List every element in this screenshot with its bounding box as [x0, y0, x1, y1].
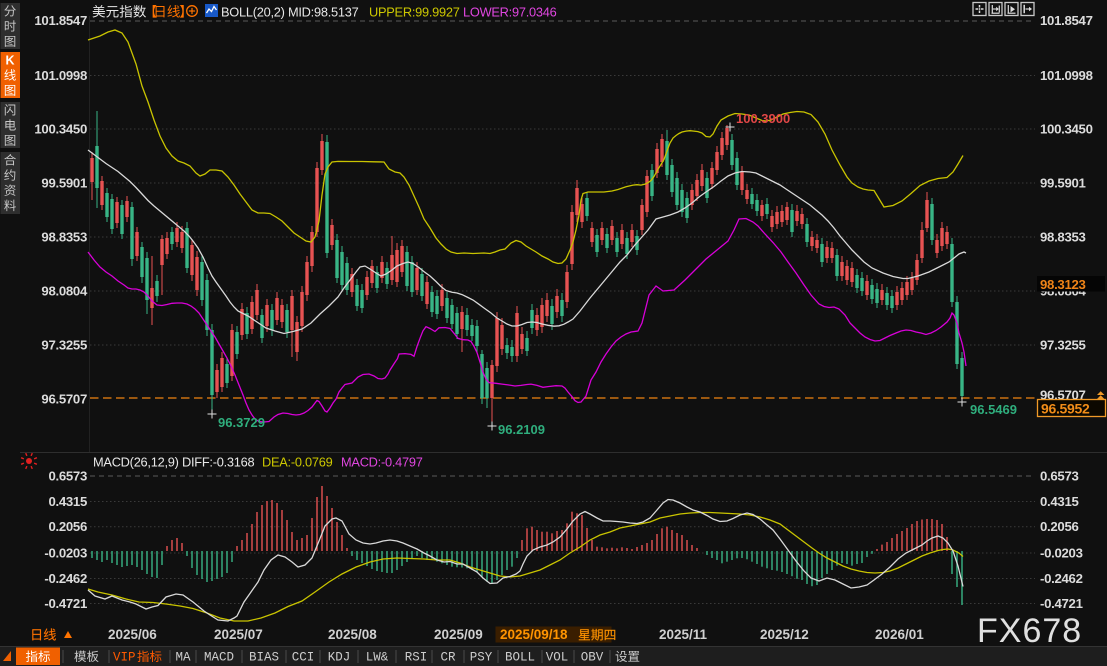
svg-text:BIAS: BIAS — [249, 651, 279, 665]
svg-text:0.2056: 0.2056 — [48, 519, 87, 534]
svg-text:2025/08: 2025/08 — [328, 627, 377, 642]
svg-text:100.3900: 100.3900 — [736, 111, 790, 126]
svg-text:-0.0203: -0.0203 — [44, 546, 87, 561]
svg-text:0.2056: 0.2056 — [1040, 519, 1079, 534]
svg-text:96.5469: 96.5469 — [970, 402, 1017, 417]
svg-text:CCI: CCI — [292, 651, 315, 665]
svg-text:99.5901: 99.5901 — [1040, 176, 1086, 191]
svg-text:96.3729: 96.3729 — [218, 415, 265, 430]
svg-text:98.3123: 98.3123 — [1040, 277, 1086, 292]
svg-text:VIP: VIP — [113, 651, 136, 665]
svg-text:K: K — [5, 54, 14, 68]
svg-text:98.0804: 98.0804 — [41, 284, 88, 299]
svg-text:MACD: MACD — [204, 651, 234, 665]
svg-text:0.6573: 0.6573 — [1040, 469, 1079, 484]
svg-text:2026/01: 2026/01 — [875, 627, 924, 642]
svg-text:0.4315: 0.4315 — [48, 494, 87, 509]
svg-text:DEA:-0.0769: DEA:-0.0769 — [262, 455, 333, 470]
svg-text:96.2109: 96.2109 — [498, 422, 545, 437]
svg-text:97.3255: 97.3255 — [41, 338, 87, 353]
svg-text:96.5952: 96.5952 — [1041, 401, 1090, 417]
svg-text:98.8353: 98.8353 — [1040, 230, 1086, 245]
svg-text:OBV: OBV — [581, 651, 604, 665]
svg-text:100.3450: 100.3450 — [1040, 122, 1093, 137]
svg-text:PSY: PSY — [470, 651, 493, 665]
svg-text:2025/06: 2025/06 — [108, 627, 157, 642]
svg-text:MACD(26,12,9) DIFF:-0.3168: MACD(26,12,9) DIFF:-0.3168 — [93, 455, 254, 470]
svg-text:2025/07: 2025/07 — [214, 627, 263, 642]
svg-text:98.8353: 98.8353 — [41, 230, 87, 245]
svg-text:LW&: LW& — [366, 651, 389, 665]
svg-text:VOL: VOL — [546, 651, 569, 665]
svg-text:-0.2462: -0.2462 — [44, 571, 87, 586]
svg-text:-0.4721: -0.4721 — [1040, 596, 1083, 611]
svg-text:0.6573: 0.6573 — [48, 469, 87, 484]
svg-text:BOLL: BOLL — [505, 651, 535, 665]
svg-text:101.0998: 101.0998 — [34, 68, 87, 83]
svg-text:-0.4721: -0.4721 — [44, 596, 87, 611]
svg-text:2025/12: 2025/12 — [760, 627, 809, 642]
svg-text:MA: MA — [175, 651, 191, 665]
svg-text:LOWER:97.0346: LOWER:97.0346 — [463, 5, 557, 20]
svg-text:2025/09: 2025/09 — [434, 627, 483, 642]
svg-text:CR: CR — [440, 651, 456, 665]
svg-text:BOLL(20,2) MID:98.5137: BOLL(20,2) MID:98.5137 — [221, 5, 359, 20]
svg-text:-0.0203: -0.0203 — [1040, 546, 1083, 561]
svg-text:0.4315: 0.4315 — [1040, 494, 1079, 509]
svg-text:96.5707: 96.5707 — [41, 392, 87, 407]
svg-text:101.0998: 101.0998 — [1040, 68, 1093, 83]
svg-text:101.8547: 101.8547 — [1040, 13, 1093, 28]
svg-text:2025/11: 2025/11 — [659, 627, 708, 642]
svg-text:97.3255: 97.3255 — [1040, 338, 1086, 353]
svg-text:KDJ: KDJ — [328, 651, 351, 665]
svg-text:MACD:-0.4797: MACD:-0.4797 — [341, 455, 423, 470]
svg-text:2025/09/18: 2025/09/18 — [500, 627, 568, 642]
svg-text:100.3450: 100.3450 — [34, 122, 87, 137]
svg-text:UPPER:99.9927: UPPER:99.9927 — [369, 5, 460, 20]
svg-text:99.5901: 99.5901 — [41, 176, 87, 191]
svg-text:RSI: RSI — [405, 651, 428, 665]
svg-text:FX678: FX678 — [977, 612, 1082, 650]
svg-text:-0.2462: -0.2462 — [1040, 571, 1083, 586]
svg-text:101.8547: 101.8547 — [34, 13, 87, 28]
